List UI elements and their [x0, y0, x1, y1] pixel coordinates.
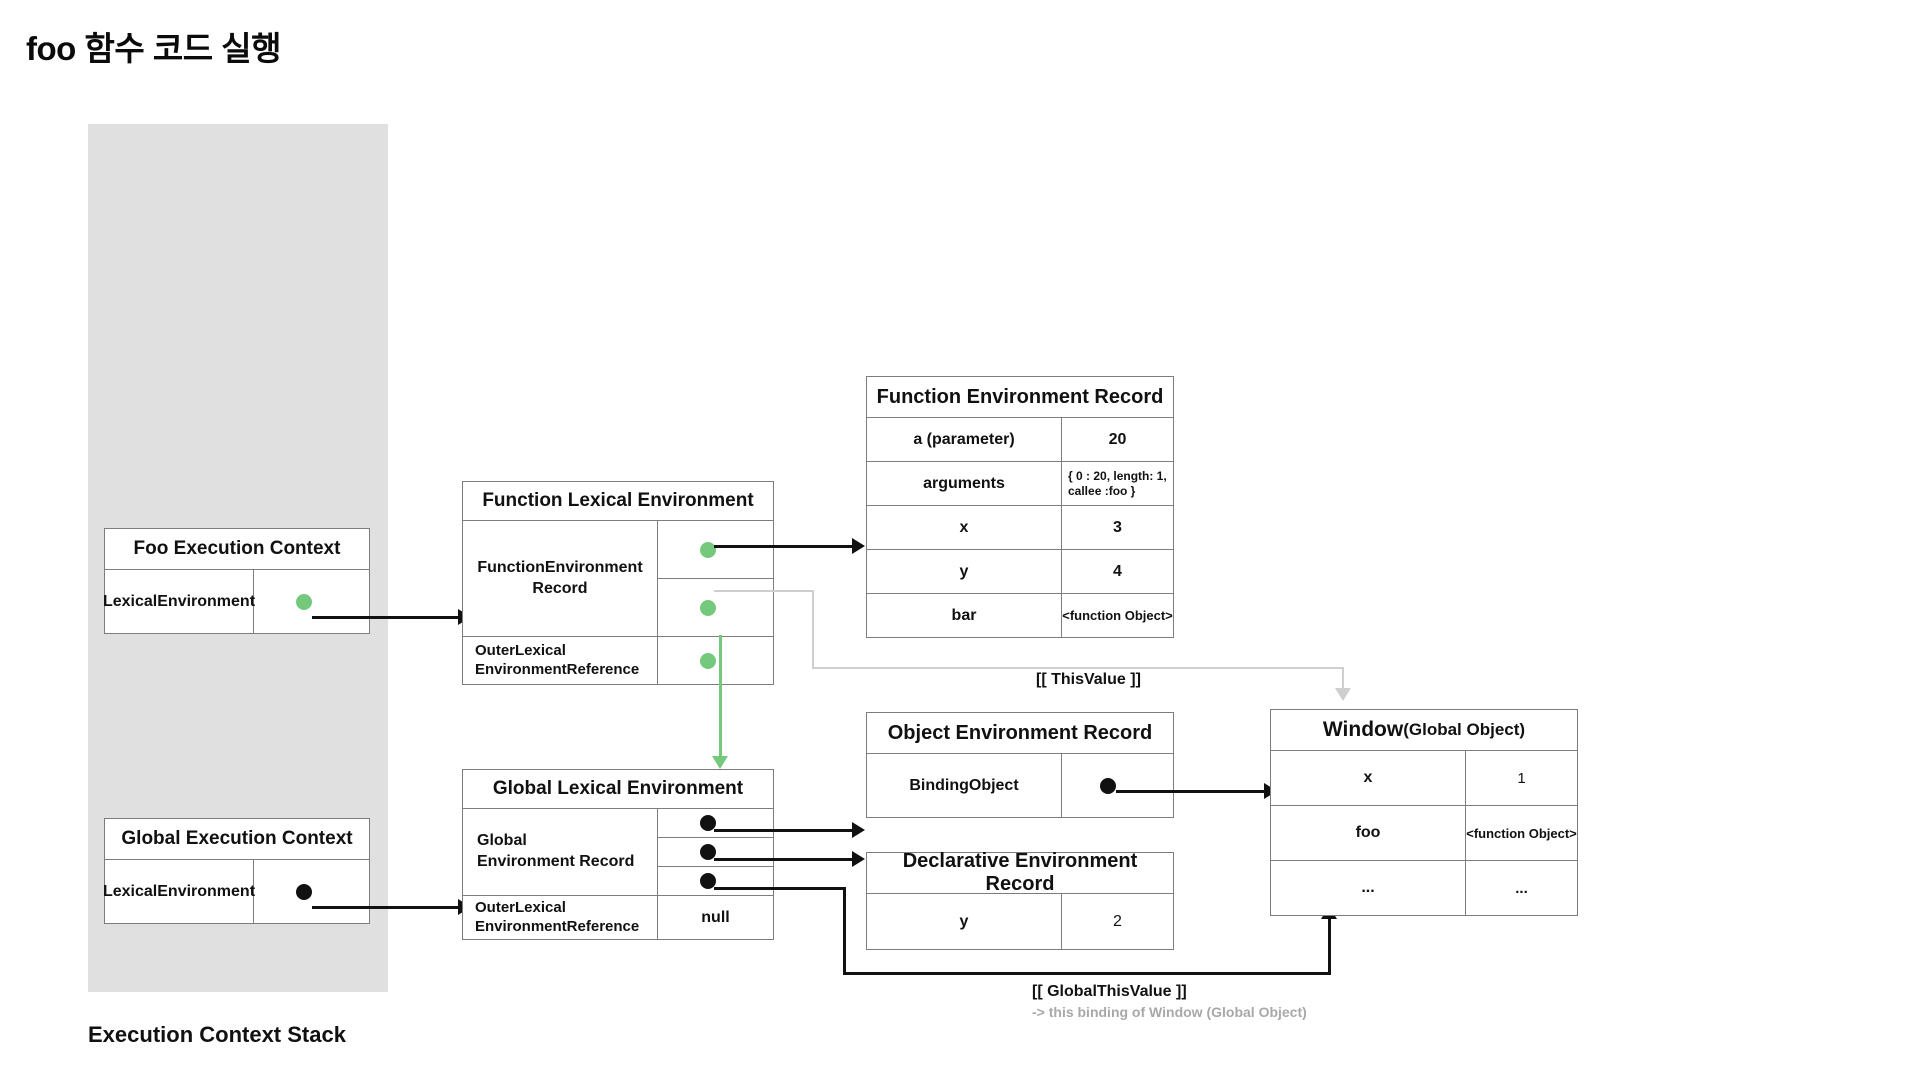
- connector-thisvalue-seg2: [812, 590, 814, 669]
- global-lexical-environment-key: LexicalEnvironment: [103, 860, 255, 924]
- function-outer-lexical-reference-key-line2: EnvironmentReference: [475, 660, 640, 678]
- global-env-record-slot-2: [658, 838, 774, 867]
- foo-lexical-environment-key: LexicalEnvironment: [103, 570, 255, 634]
- der-row-0-name: y: [866, 894, 1062, 950]
- fer-row-1-name: arguments: [866, 462, 1062, 506]
- connector-bindingobject-to-window: [1116, 790, 1266, 793]
- connector-global-ec-to-global-lex: [312, 906, 460, 909]
- global-environment-record-key: Global Environment Record: [462, 809, 658, 896]
- fer-row-0-value: 20: [1062, 418, 1174, 462]
- function-outer-lexical-reference-value: [658, 637, 774, 685]
- global-environment-record-key-line1: Global: [477, 832, 527, 850]
- window-global-object-table: Window (Global Object) x 1 foo <function …: [1270, 709, 1578, 916]
- foo-lexical-environment-pointer-cell: [254, 570, 370, 634]
- global-env-record-slot-3: [658, 867, 774, 896]
- win-row-1-value: <function Object>: [1466, 806, 1578, 861]
- function-env-record-slot-2-dot: [700, 600, 716, 616]
- function-outer-lexical-reference-key-line1: OuterLexical: [475, 641, 566, 659]
- window-title-sub: (Global Object): [1403, 720, 1526, 739]
- connector-globalthisvalue-seg3: [843, 972, 1331, 975]
- function-lexical-environment-title: Function Lexical Environment: [462, 481, 774, 521]
- connector-funclex-to-funcrecord: [714, 545, 854, 548]
- connector-globallex-to-objrecord-arrowhead: [852, 822, 865, 838]
- connector-globalthisvalue-seg4: [1328, 918, 1331, 974]
- fer-row-3-value: 4: [1062, 550, 1174, 594]
- function-lexical-environment-box: Function Lexical Environment FunctionEnv…: [462, 481, 774, 685]
- this-value-annotation: [[ ThisValue ]]: [1036, 671, 1141, 688]
- function-environment-record-key-line2: Record: [532, 579, 588, 597]
- global-env-record-slot-1: [658, 809, 774, 838]
- fer-row-0-name: a (parameter): [866, 418, 1062, 462]
- function-environment-record-key: FunctionEnvironment Record: [462, 521, 658, 637]
- table-row: y 4: [866, 550, 1174, 594]
- table-row: y 2: [866, 894, 1174, 950]
- oer-row-0-name: BindingObject: [866, 754, 1062, 818]
- connector-funclex-to-funcrecord-arrowhead: [852, 538, 865, 554]
- function-outer-lexical-reference-key: OuterLexical EnvironmentReference: [462, 637, 658, 685]
- diagram-canvas: foo 함수 코드 실행 Execution Context Stack Foo…: [0, 0, 1920, 1080]
- connector-globallex-to-declrecord-arrowhead: [852, 851, 865, 867]
- function-env-record-slot-2: [658, 579, 774, 637]
- fer-row-4-name: bar: [866, 594, 1062, 638]
- connector-globallex-to-declrecord: [714, 858, 854, 861]
- declarative-environment-record-title: Declarative Environment Record: [866, 850, 1174, 895]
- global-environment-record-key-line2: Environment Record: [477, 853, 635, 870]
- connector-thisvalue-seg3: [812, 667, 1344, 669]
- connector-globallex-to-objrecord: [714, 829, 854, 832]
- connector-globalthisvalue-seg2: [843, 887, 846, 975]
- global-this-value-annotation: [[ GlobalThisValue ]]: [1032, 983, 1187, 1000]
- global-outer-lexical-reference-key-line2: EnvironmentReference: [475, 917, 640, 935]
- win-row-0-name: x: [1270, 751, 1466, 806]
- connector-globalthisvalue-seg1: [714, 887, 846, 890]
- global-outer-lexical-reference-value: null: [658, 896, 774, 940]
- function-environment-record-table: Function Environment Record a (parameter…: [866, 376, 1174, 638]
- foo-execution-context-title: Foo Execution Context: [104, 528, 370, 570]
- table-row: x 1: [1270, 751, 1578, 806]
- global-lexical-environment-box: Global Lexical Environment Global Enviro…: [462, 769, 774, 940]
- oer-row-0-value: [1062, 754, 1174, 818]
- object-environment-record-title: Object Environment Record: [866, 712, 1174, 754]
- connector-foo-ec-to-function-lex: [312, 616, 460, 619]
- table-row: foo <function Object>: [1270, 806, 1578, 861]
- declarative-environment-record-table: Declarative Environment Record y 2: [866, 850, 1174, 950]
- fer-row-1-value: { 0 : 20, length: 1, callee :foo }: [1062, 462, 1174, 506]
- foo-lexical-environment-pointer-dot: [296, 594, 312, 610]
- connector-outer-lex-down: [719, 635, 722, 760]
- oer-bindingobject-dot: [1100, 778, 1116, 794]
- window-title: Window (Global Object): [1270, 709, 1578, 751]
- connector-thisvalue-seg1: [714, 590, 814, 592]
- table-row: bar <function Object>: [866, 594, 1174, 638]
- fer-row-2-name: x: [866, 506, 1062, 550]
- global-outer-lexical-reference-key: OuterLexical EnvironmentReference: [462, 896, 658, 940]
- connector-outer-lex-arrowhead: [712, 756, 728, 769]
- table-row: ... ...: [1270, 861, 1578, 916]
- win-row-2-value: ...: [1466, 861, 1578, 916]
- table-row: x 3: [866, 506, 1174, 550]
- execution-context-stack-label: Execution Context Stack: [88, 1022, 346, 1047]
- win-row-0-value: 1: [1466, 751, 1578, 806]
- global-lexical-environment-pointer-cell: [254, 860, 370, 924]
- global-lexical-environment-title: Global Lexical Environment: [462, 769, 774, 809]
- table-row: arguments { 0 : 20, length: 1, callee :f…: [866, 462, 1174, 506]
- der-row-0-value: 2: [1062, 894, 1174, 950]
- win-row-1-name: foo: [1270, 806, 1466, 861]
- connector-thisvalue-arrowhead: [1335, 688, 1351, 701]
- function-environment-record-key-line1: FunctionEnvironment: [477, 558, 643, 576]
- global-execution-context-title: Global Execution Context: [104, 818, 370, 860]
- window-title-main: Window: [1322, 718, 1404, 741]
- function-environment-record-title: Function Environment Record: [866, 376, 1174, 418]
- object-environment-record-table: Object Environment Record BindingObject: [866, 712, 1174, 818]
- function-env-record-slot-1: [658, 521, 774, 579]
- page-title: foo 함수 코드 실행: [26, 30, 281, 67]
- table-row: BindingObject: [866, 754, 1174, 818]
- fer-row-4-value: <function Object>: [1062, 594, 1174, 638]
- global-lexical-environment-pointer-dot: [296, 884, 312, 900]
- function-outer-lexical-reference-dot: [700, 653, 716, 669]
- fer-row-2-value: 3: [1062, 506, 1174, 550]
- table-row: a (parameter) 20: [866, 418, 1174, 462]
- win-row-2-name: ...: [1270, 861, 1466, 916]
- fer-row-3-name: y: [866, 550, 1062, 594]
- global-outer-lexical-reference-key-line1: OuterLexical: [475, 898, 566, 916]
- global-this-value-subnote: -> this binding of Window (Global Object…: [1032, 1004, 1307, 1020]
